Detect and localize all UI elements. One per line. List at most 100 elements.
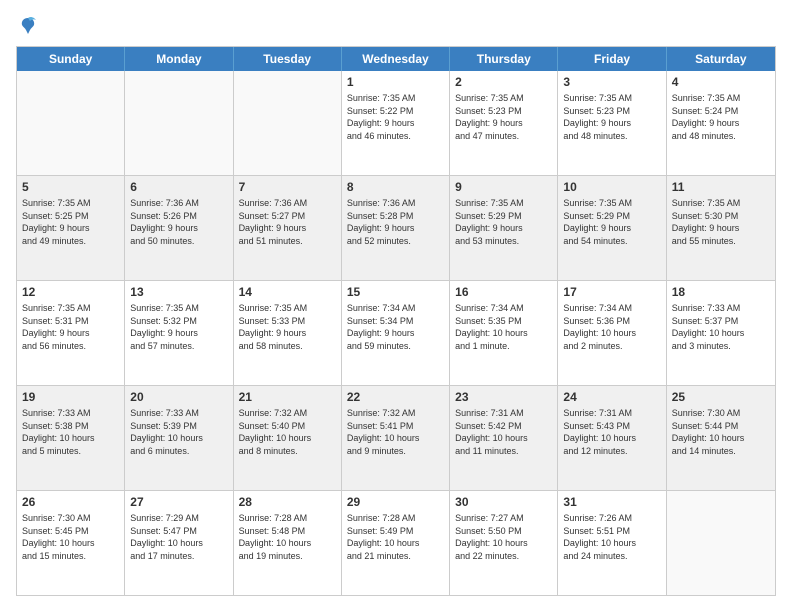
day-number: 29 bbox=[347, 495, 444, 509]
day-info: Sunrise: 7:34 AM Sunset: 5:36 PM Dayligh… bbox=[563, 302, 660, 352]
calendar-cell: 29Sunrise: 7:28 AM Sunset: 5:49 PM Dayli… bbox=[342, 491, 450, 595]
day-number: 13 bbox=[130, 285, 227, 299]
calendar-cell: 15 Sunrise: 7:34 AM Sunset: 5:34 PM Dayli… bbox=[342, 281, 450, 385]
calendar-cell: 21 Sunrise: 7:32 AM Sunset: 5:40 PM Dayli… bbox=[234, 386, 342, 490]
calendar-cell: 22 Sunrise: 7:32 AM Sunset: 5:41 PM Dayli… bbox=[342, 386, 450, 490]
calendar-cell: 31 Sunrise: 7:26 AM Sunset: 5:51 PM Dayli… bbox=[558, 491, 666, 595]
day-info: Sunrise: 7:35 AM Sunset: 5:29 PM Dayligh… bbox=[455, 197, 552, 247]
day-info: Sunrise: 7:33 AM Sunset: 5:38 PM Dayligh… bbox=[22, 407, 119, 457]
day-info: Sunrise: 7:35 AM Sunset: 5:32 PM Dayligh… bbox=[130, 302, 227, 352]
calendar-cell: 16 Sunrise: 7:34 AM Sunset: 5:35 PM Dayli… bbox=[450, 281, 558, 385]
calendar-cell: 30 Sunrise: 7:27 AM Sunset: 5:50 PM Dayli… bbox=[450, 491, 558, 595]
day-info: Sunrise: 7:33 AM Sunset: 5:39 PM Dayligh… bbox=[130, 407, 227, 457]
day-number: 10 bbox=[563, 180, 660, 194]
day-info: Sunrise: 7:35 AM Sunset: 5:33 PM Dayligh… bbox=[239, 302, 336, 352]
day-info: Sunrise: 7:35 AM Sunset: 5:30 PM Dayligh… bbox=[672, 197, 770, 247]
calendar-cell: 11 Sunrise: 7:35 AM Sunset: 5:30 PM Dayli… bbox=[667, 176, 775, 280]
day-info: Sunrise: 7:31 AM Sunset: 5:42 PM Dayligh… bbox=[455, 407, 552, 457]
calendar-header: SundayMondayTuesdayWednesdayThursdayFrid… bbox=[17, 47, 775, 71]
day-info: Sunrise: 7:35 AM Sunset: 5:25 PM Dayligh… bbox=[22, 197, 119, 247]
day-number: 24 bbox=[563, 390, 660, 404]
calendar-cell: 25 Sunrise: 7:30 AM Sunset: 5:44 PM Dayli… bbox=[667, 386, 775, 490]
header bbox=[16, 16, 776, 36]
calendar-cell: 27Sunrise: 7:29 AM Sunset: 5:47 PM Dayli… bbox=[125, 491, 233, 595]
calendar-cell: 4Sunrise: 7:35 AM Sunset: 5:24 PM Daylig… bbox=[667, 71, 775, 175]
day-number: 12 bbox=[22, 285, 119, 299]
calendar-cell bbox=[234, 71, 342, 175]
calendar-cell: 17 Sunrise: 7:34 AM Sunset: 5:36 PM Dayli… bbox=[558, 281, 666, 385]
day-number: 31 bbox=[563, 495, 660, 509]
calendar-cell: 10 Sunrise: 7:35 AM Sunset: 5:29 PM Dayli… bbox=[558, 176, 666, 280]
calendar-row-2: 12 Sunrise: 7:35 AM Sunset: 5:31 PM Dayli… bbox=[17, 280, 775, 385]
calendar-cell: 12 Sunrise: 7:35 AM Sunset: 5:31 PM Dayli… bbox=[17, 281, 125, 385]
day-info: Sunrise: 7:36 AM Sunset: 5:27 PM Dayligh… bbox=[239, 197, 336, 247]
day-number: 20 bbox=[130, 390, 227, 404]
calendar-page: SundayMondayTuesdayWednesdayThursdayFrid… bbox=[0, 0, 792, 612]
calendar-cell: 6Sunrise: 7:36 AM Sunset: 5:26 PM Daylig… bbox=[125, 176, 233, 280]
calendar-cell: 19 Sunrise: 7:33 AM Sunset: 5:38 PM Dayli… bbox=[17, 386, 125, 490]
weekday-header-monday: Monday bbox=[125, 47, 233, 71]
day-number: 30 bbox=[455, 495, 552, 509]
day-info: Sunrise: 7:26 AM Sunset: 5:51 PM Dayligh… bbox=[563, 512, 660, 562]
day-info: Sunrise: 7:27 AM Sunset: 5:50 PM Dayligh… bbox=[455, 512, 552, 562]
day-info: Sunrise: 7:34 AM Sunset: 5:35 PM Dayligh… bbox=[455, 302, 552, 352]
calendar-body: 1Sunrise: 7:35 AM Sunset: 5:22 PM Daylig… bbox=[17, 71, 775, 595]
calendar-cell: 5 Sunrise: 7:35 AM Sunset: 5:25 PM Daylig… bbox=[17, 176, 125, 280]
day-number: 5 bbox=[22, 180, 119, 194]
day-info: Sunrise: 7:35 AM Sunset: 5:23 PM Dayligh… bbox=[455, 92, 552, 142]
calendar-row-0: 1Sunrise: 7:35 AM Sunset: 5:22 PM Daylig… bbox=[17, 71, 775, 175]
day-info: Sunrise: 7:35 AM Sunset: 5:23 PM Dayligh… bbox=[563, 92, 660, 142]
day-info: Sunrise: 7:30 AM Sunset: 5:44 PM Dayligh… bbox=[672, 407, 770, 457]
calendar-cell: 7 Sunrise: 7:36 AM Sunset: 5:27 PM Daylig… bbox=[234, 176, 342, 280]
weekday-header-sunday: Sunday bbox=[17, 47, 125, 71]
calendar-cell: 28 Sunrise: 7:28 AM Sunset: 5:48 PM Dayli… bbox=[234, 491, 342, 595]
day-info: Sunrise: 7:32 AM Sunset: 5:41 PM Dayligh… bbox=[347, 407, 444, 457]
day-number: 21 bbox=[239, 390, 336, 404]
calendar-cell: 3 Sunrise: 7:35 AM Sunset: 5:23 PM Daylig… bbox=[558, 71, 666, 175]
day-number: 14 bbox=[239, 285, 336, 299]
calendar-row-1: 5 Sunrise: 7:35 AM Sunset: 5:25 PM Daylig… bbox=[17, 175, 775, 280]
day-info: Sunrise: 7:28 AM Sunset: 5:48 PM Dayligh… bbox=[239, 512, 336, 562]
day-info: Sunrise: 7:30 AM Sunset: 5:45 PM Dayligh… bbox=[22, 512, 119, 562]
weekday-header-thursday: Thursday bbox=[450, 47, 558, 71]
day-number: 28 bbox=[239, 495, 336, 509]
day-number: 16 bbox=[455, 285, 552, 299]
day-info: Sunrise: 7:35 AM Sunset: 5:31 PM Dayligh… bbox=[22, 302, 119, 352]
day-number: 9 bbox=[455, 180, 552, 194]
calendar-row-4: 26Sunrise: 7:30 AM Sunset: 5:45 PM Dayli… bbox=[17, 490, 775, 595]
day-info: Sunrise: 7:35 AM Sunset: 5:24 PM Dayligh… bbox=[672, 92, 770, 142]
calendar-cell: 1Sunrise: 7:35 AM Sunset: 5:22 PM Daylig… bbox=[342, 71, 450, 175]
calendar-cell: 14 Sunrise: 7:35 AM Sunset: 5:33 PM Dayli… bbox=[234, 281, 342, 385]
weekday-header-saturday: Saturday bbox=[667, 47, 775, 71]
day-number: 11 bbox=[672, 180, 770, 194]
calendar-cell: 13 Sunrise: 7:35 AM Sunset: 5:32 PM Dayli… bbox=[125, 281, 233, 385]
calendar-row-3: 19 Sunrise: 7:33 AM Sunset: 5:38 PM Dayli… bbox=[17, 385, 775, 490]
calendar-cell: 8Sunrise: 7:36 AM Sunset: 5:28 PM Daylig… bbox=[342, 176, 450, 280]
day-number: 19 bbox=[22, 390, 119, 404]
weekday-header-wednesday: Wednesday bbox=[342, 47, 450, 71]
day-info: Sunrise: 7:33 AM Sunset: 5:37 PM Dayligh… bbox=[672, 302, 770, 352]
day-number: 23 bbox=[455, 390, 552, 404]
calendar-cell: 23 Sunrise: 7:31 AM Sunset: 5:42 PM Dayli… bbox=[450, 386, 558, 490]
day-number: 3 bbox=[563, 75, 660, 89]
day-number: 2 bbox=[455, 75, 552, 89]
day-number: 25 bbox=[672, 390, 770, 404]
calendar-cell bbox=[667, 491, 775, 595]
calendar-cell: 20 Sunrise: 7:33 AM Sunset: 5:39 PM Dayli… bbox=[125, 386, 233, 490]
day-number: 6 bbox=[130, 180, 227, 194]
day-number: 17 bbox=[563, 285, 660, 299]
calendar-cell: 18Sunrise: 7:33 AM Sunset: 5:37 PM Dayli… bbox=[667, 281, 775, 385]
day-number: 22 bbox=[347, 390, 444, 404]
calendar-cell: 9 Sunrise: 7:35 AM Sunset: 5:29 PM Daylig… bbox=[450, 176, 558, 280]
logo bbox=[16, 16, 38, 36]
day-info: Sunrise: 7:35 AM Sunset: 5:29 PM Dayligh… bbox=[563, 197, 660, 247]
day-number: 15 bbox=[347, 285, 444, 299]
logo-bird-icon bbox=[18, 16, 38, 36]
calendar-cell: 2 Sunrise: 7:35 AM Sunset: 5:23 PM Daylig… bbox=[450, 71, 558, 175]
weekday-header-tuesday: Tuesday bbox=[234, 47, 342, 71]
day-number: 8 bbox=[347, 180, 444, 194]
day-info: Sunrise: 7:34 AM Sunset: 5:34 PM Dayligh… bbox=[347, 302, 444, 352]
calendar-cell bbox=[17, 71, 125, 175]
day-number: 7 bbox=[239, 180, 336, 194]
day-info: Sunrise: 7:32 AM Sunset: 5:40 PM Dayligh… bbox=[239, 407, 336, 457]
